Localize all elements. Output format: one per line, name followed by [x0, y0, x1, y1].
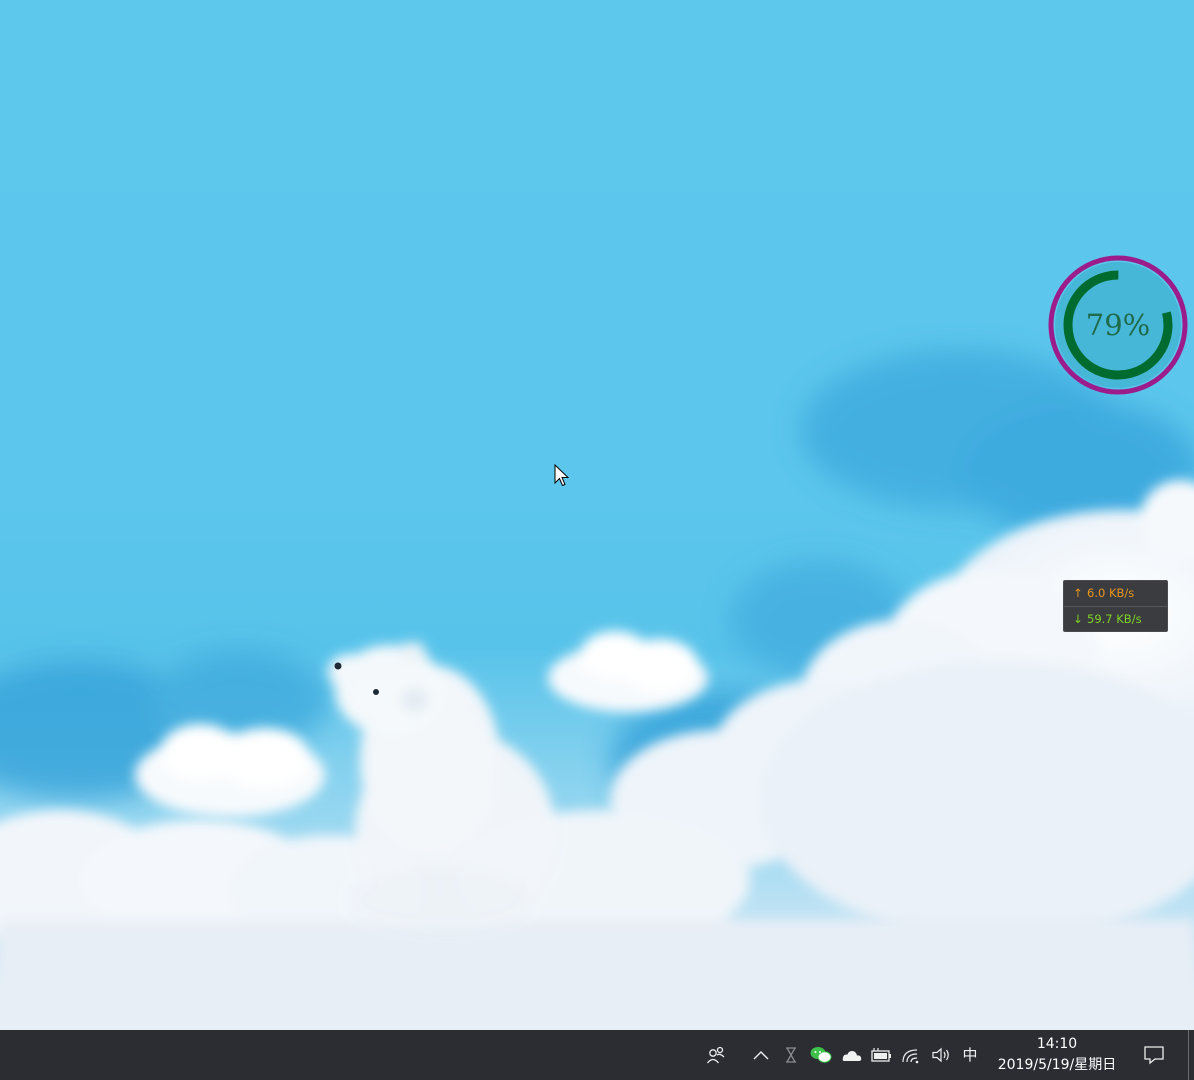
mouse-cursor-icon	[554, 464, 570, 487]
show-desktop-button[interactable]	[1188, 1030, 1189, 1080]
desktop[interactable]: 79% ↑ 6.0 KB/s ↓ 59.7 KB/s	[0, 0, 1194, 1030]
memory-usage-percent: 79%	[1085, 308, 1151, 342]
download-speed-value: 59.7 KB/s	[1087, 612, 1142, 626]
hourglass-icon[interactable]	[780, 1030, 802, 1080]
memory-usage-gauge[interactable]: 79%	[1046, 253, 1190, 397]
battery-icon[interactable]	[868, 1030, 894, 1080]
download-arrow-icon: ↓	[1073, 612, 1083, 626]
wechat-icon[interactable]	[808, 1030, 834, 1080]
show-hidden-icons-chevron-icon[interactable]	[748, 1030, 774, 1080]
wallpaper-image	[0, 350, 1194, 1030]
wifi-icon[interactable]	[898, 1030, 924, 1080]
input-method-indicator[interactable]: 中	[958, 1030, 982, 1080]
upload-speed-row: ↑ 6.0 KB/s	[1064, 581, 1167, 606]
taskbar: 中 14:10 2019/5/19/星期日	[0, 1030, 1194, 1080]
taskbar-clock[interactable]: 14:10 2019/5/19/星期日	[990, 1030, 1124, 1080]
volume-icon[interactable]	[928, 1030, 954, 1080]
polar-bear	[328, 642, 555, 930]
upload-speed-value: 6.0 KB/s	[1087, 586, 1135, 600]
net-speed-widget[interactable]: ↑ 6.0 KB/s ↓ 59.7 KB/s	[1063, 580, 1168, 632]
clock-date: 2019/5/19/星期日	[997, 1057, 1117, 1073]
upload-arrow-icon: ↑	[1073, 586, 1083, 600]
action-center-icon[interactable]	[1138, 1030, 1170, 1080]
clock-time: 14:10	[1036, 1036, 1078, 1052]
people-icon[interactable]	[702, 1030, 730, 1080]
download-speed-row: ↓ 59.7 KB/s	[1064, 606, 1167, 632]
onedrive-icon[interactable]	[838, 1030, 864, 1080]
